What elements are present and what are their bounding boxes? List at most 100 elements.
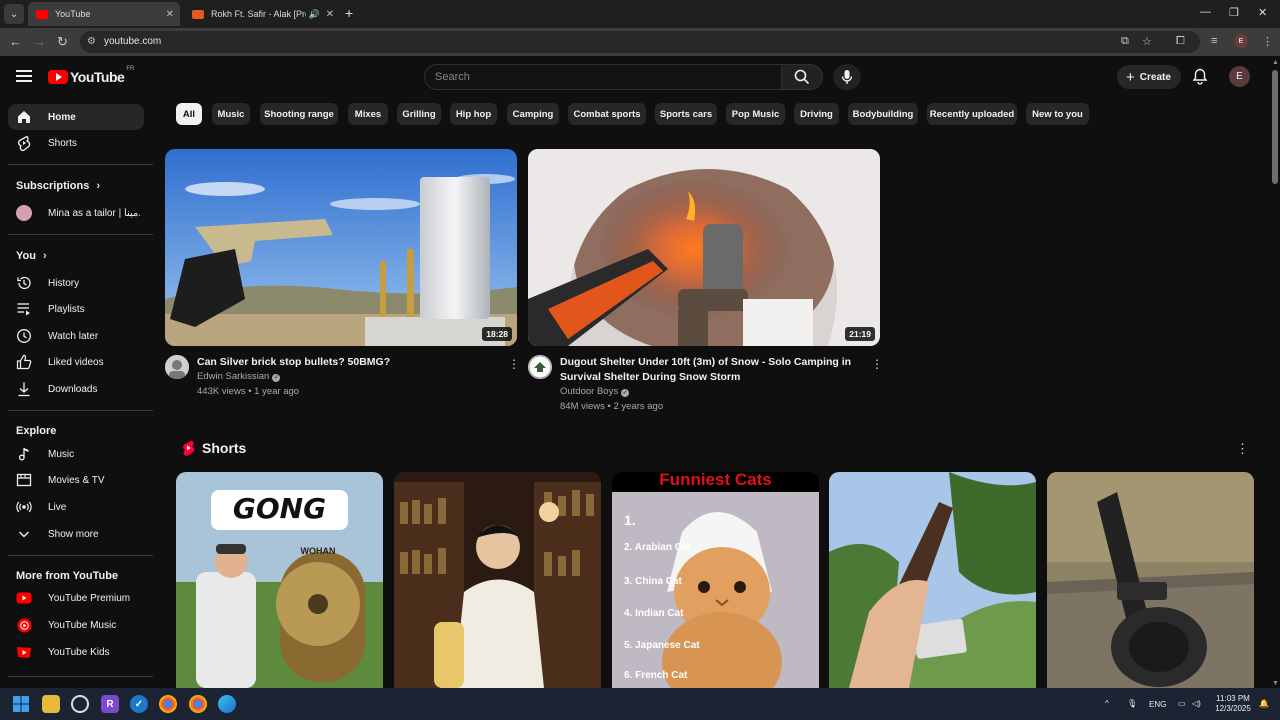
chrome-icon[interactable] — [159, 695, 177, 713]
video-thumbnail[interactable]: 18:28 — [165, 149, 517, 346]
more-options-icon[interactable]: ⋮ — [1236, 441, 1249, 457]
new-tab-button[interactable]: + — [345, 5, 353, 21]
notifications-bell-icon[interactable] — [1192, 68, 1208, 85]
chip[interactable]: Combat sports — [568, 103, 646, 125]
more-from-youtube-heading: More from YouTube — [16, 570, 118, 582]
volume-icon[interactable]: ◁) — [1192, 699, 1201, 708]
sidebar-item-movies-tv[interactable]: Movies & TV — [8, 467, 144, 493]
more-options-icon[interactable]: ⋮ — [508, 357, 520, 371]
sidebar-item-home[interactable]: Home — [8, 104, 144, 130]
youtube-premium-icon — [16, 590, 32, 606]
chip[interactable]: Camping — [507, 103, 559, 125]
short-card[interactable] — [829, 472, 1036, 688]
sidebar-item-history[interactable]: History — [8, 270, 144, 296]
microphone-tray-icon[interactable]: 🎙 — [1127, 699, 1137, 708]
browser-profile-avatar[interactable]: E — [1234, 34, 1248, 48]
page-scrollbar[interactable]: ▲ ▼ — [1270, 56, 1280, 688]
chevron-up-icon[interactable]: ^ — [1105, 699, 1109, 708]
reload-icon[interactable]: ↻ — [57, 34, 68, 50]
sidebar-item-watch-later[interactable]: Watch later — [8, 323, 144, 349]
download-icon — [16, 381, 32, 397]
channel-name[interactable]: Outdoor Boys ✓ — [560, 386, 630, 397]
sidebar-item-downloads[interactable]: Downloads — [8, 376, 144, 402]
sidebar-item-youtube-premium[interactable]: YouTube Premium — [8, 585, 144, 611]
short-card[interactable] — [394, 472, 601, 688]
app-v-icon[interactable]: ✓ — [130, 695, 148, 713]
channel-avatar[interactable] — [528, 355, 552, 379]
sidebar-item-youtube-kids[interactable]: YouTube Kids — [8, 639, 144, 665]
short-card[interactable] — [1047, 472, 1254, 688]
close-icon[interactable]: ✕ — [326, 9, 334, 20]
cast-icon[interactable]: ⧉ — [1121, 35, 1129, 48]
file-explorer-icon[interactable] — [42, 695, 60, 713]
app-circle-icon[interactable] — [71, 695, 89, 713]
chip[interactable]: Pop Music — [726, 103, 785, 125]
video-title[interactable]: Can Silver brick stop bullets? 50BMG? — [197, 355, 497, 370]
shorts-icon — [16, 135, 32, 151]
chip[interactable]: Grilling — [397, 103, 441, 125]
minimize-icon[interactable]: — — [1200, 6, 1211, 18]
media-control-icon[interactable]: ≡ — [1211, 35, 1217, 47]
video-title[interactable]: Dugout Shelter Under 10ft (3m) of Snow -… — [560, 355, 860, 385]
chip[interactable]: Recently uploaded — [927, 103, 1017, 125]
more-options-icon[interactable]: ⋮ — [871, 357, 883, 371]
chip[interactable]: Sports cars — [655, 103, 717, 125]
extensions-icon[interactable]: ⧠ — [1176, 35, 1185, 48]
network-icon[interactable]: ▭ — [1178, 699, 1186, 708]
create-button[interactable]: + Create — [1117, 65, 1181, 89]
clock-date: 12/3/2025 — [1215, 704, 1251, 713]
edge-icon[interactable] — [218, 695, 236, 713]
forward-icon[interactable]: → — [33, 34, 46, 49]
voice-search-button[interactable] — [833, 64, 861, 90]
chip[interactable]: Shooting range — [260, 103, 338, 125]
address-bar[interactable]: ⚙ youtube.com — [80, 31, 1200, 53]
sidebar-item-subscription[interactable]: Mina as a tailor | مينا... — [8, 200, 144, 226]
sidebar-item-playlists[interactable]: Playlists — [8, 296, 144, 322]
search-button[interactable] — [781, 64, 823, 90]
chrome-profile-icon[interactable] — [189, 695, 207, 713]
speaker-icon[interactable]: 🔊 — [309, 9, 320, 20]
channel-avatar[interactable] — [165, 355, 189, 379]
tab-search-button[interactable]: ⌄ — [4, 4, 24, 24]
close-icon[interactable]: ✕ — [166, 9, 174, 20]
you-heading[interactable]: You › — [16, 250, 47, 262]
video-thumbnail[interactable]: 21:19 — [528, 149, 880, 346]
chip-all[interactable]: All — [176, 103, 202, 125]
live-icon — [16, 499, 32, 515]
sidebar-item-music[interactable]: Music — [8, 441, 144, 467]
back-icon[interactable]: ← — [9, 34, 22, 49]
windows-start-icon[interactable] — [12, 695, 30, 713]
scrollbar-thumb[interactable] — [1272, 70, 1278, 184]
search-input[interactable] — [435, 71, 765, 83]
system-clock[interactable]: 11:03 PM 12/3/2025 — [1205, 694, 1261, 714]
chip[interactable]: Music — [212, 103, 250, 125]
tab-rokh[interactable]: Rokh Ft. Safir - Alak [Prod. ... 🔊 ✕ — [184, 2, 340, 26]
sidebar-item-liked-videos[interactable]: Liked videos — [8, 349, 144, 375]
sidebar-item-shorts[interactable]: Shorts — [8, 130, 144, 156]
chip[interactable]: Driving — [794, 103, 839, 125]
sidebar-item-live[interactable]: Live — [8, 494, 144, 520]
chip[interactable]: New to you — [1026, 103, 1089, 125]
hamburger-menu-icon[interactable] — [16, 70, 32, 82]
chip[interactable]: Mixes — [348, 103, 388, 125]
language-indicator[interactable]: ENG — [1149, 700, 1166, 709]
site-info-icon[interactable]: ⚙ — [87, 36, 96, 47]
app-r-icon[interactable]: R — [101, 695, 119, 713]
browser-menu-icon[interactable]: ⋮ — [1262, 35, 1273, 48]
scroll-up-icon[interactable]: ▲ — [1272, 59, 1279, 66]
short-card[interactable]: GONG WOHAN — [176, 472, 383, 688]
scroll-down-icon[interactable]: ▼ — [1272, 680, 1279, 687]
restore-icon[interactable]: ❐ — [1229, 6, 1239, 19]
tab-youtube[interactable]: YouTube ✕ — [28, 2, 180, 26]
chip[interactable]: Bodybuilding — [848, 103, 918, 125]
bookmark-star-icon[interactable]: ☆ — [1142, 35, 1152, 48]
youtube-logo[interactable]: YouTube FR — [48, 66, 134, 85]
chip[interactable]: Hip hop — [450, 103, 497, 125]
subscriptions-heading[interactable]: Subscriptions › — [16, 180, 100, 192]
account-avatar[interactable]: E — [1229, 66, 1250, 87]
sidebar-show-more[interactable]: Show more — [8, 521, 144, 547]
channel-name[interactable]: Edwin Sarkissian ✓ — [197, 371, 281, 382]
sidebar-item-youtube-music[interactable]: YouTube Music — [8, 612, 144, 638]
short-card[interactable]: Funniest Cats 1. 2. Arabian Cat 3. China… — [612, 472, 819, 688]
close-window-icon[interactable]: ✕ — [1258, 6, 1267, 19]
